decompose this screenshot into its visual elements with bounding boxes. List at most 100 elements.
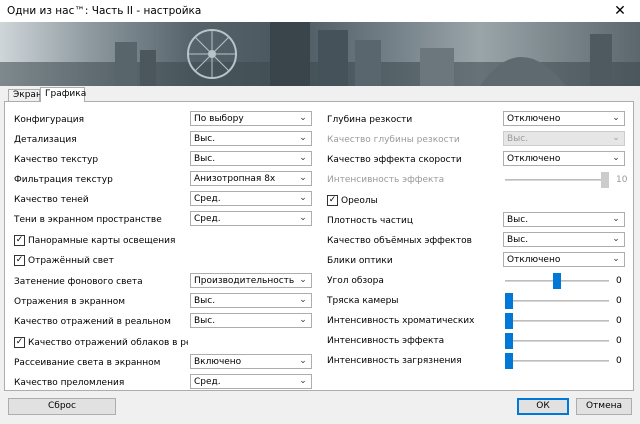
halos-checkbox[interactable]: ✓ bbox=[327, 195, 338, 206]
chevron-down-icon: ⌄ bbox=[612, 214, 620, 224]
chevron-down-icon: ⌄ bbox=[299, 356, 307, 366]
ambient-occlusion-dropdown[interactable]: Производительность ⌄ bbox=[190, 273, 312, 288]
lens-flares-dropdown[interactable]: Отключено ⌄ bbox=[503, 252, 625, 267]
depth-of-field-label: Глубина резкости bbox=[327, 115, 413, 125]
screen-space-shadows-value: Сред. bbox=[194, 214, 221, 224]
ambient-occlusion-value: Производительность bbox=[194, 276, 295, 286]
chromatic-intensity-slider-thumb[interactable] bbox=[505, 313, 513, 329]
tab-graphics[interactable]: Графика bbox=[40, 87, 86, 102]
checkmark-icon: ✓ bbox=[15, 337, 24, 347]
effect-intensity-2-slider-thumb[interactable] bbox=[505, 333, 513, 349]
motion-blur-quality-dropdown[interactable]: Отключено ⌄ bbox=[503, 151, 625, 166]
texture-filtering-dropdown[interactable]: Анизотропная 8x ⌄ bbox=[190, 171, 312, 186]
screen-reflections-dropdown[interactable]: Выс. ⌄ bbox=[190, 293, 312, 308]
chevron-down-icon: ⌄ bbox=[612, 113, 620, 123]
depth-of-field-dropdown[interactable]: Отключено ⌄ bbox=[503, 111, 625, 126]
field-of-view-value: 0 bbox=[616, 276, 622, 286]
screen-reflections-label: Отражения в экранном bbox=[14, 297, 126, 307]
texture-quality-value: Выс. bbox=[194, 154, 216, 164]
chromatic-intensity-label: Интенсивность хроматических bbox=[327, 316, 475, 326]
dof-quality-value: Выс. bbox=[507, 134, 529, 144]
detail-label: Детализация bbox=[14, 135, 77, 145]
reflected-light-checkbox[interactable]: ✓ bbox=[14, 255, 25, 266]
volumetric-quality-label: Качество объёмных эффектов bbox=[327, 236, 472, 246]
texture-filtering-label: Фильтрация текстур bbox=[14, 175, 113, 185]
camera-shake-slider-thumb[interactable] bbox=[505, 293, 513, 309]
configuration-label: Конфигурация bbox=[14, 115, 84, 125]
texture-quality-label: Качество текстур bbox=[14, 155, 99, 165]
texture-quality-dropdown[interactable]: Выс. ⌄ bbox=[190, 151, 312, 166]
panoramic-light-maps-checkbox[interactable]: ✓ bbox=[14, 235, 25, 246]
effect-intensity-slider-track bbox=[505, 179, 609, 181]
texture-filtering-value: Анизотропная 8x bbox=[194, 174, 276, 184]
refraction-quality-label: Качество преломления bbox=[14, 378, 125, 388]
cloud-reflections-checkbox[interactable]: ✓ bbox=[14, 337, 25, 348]
checkmark-icon: ✓ bbox=[15, 235, 24, 245]
lens-flares-value: Отключено bbox=[507, 255, 561, 265]
shadow-quality-dropdown[interactable]: Сред. ⌄ bbox=[190, 191, 312, 206]
reflected-light-label: Отражённый свет bbox=[28, 256, 114, 266]
configuration-value: По выбору bbox=[194, 114, 244, 124]
motion-blur-quality-value: Отключено bbox=[507, 154, 561, 164]
chevron-down-icon: ⌄ bbox=[299, 376, 307, 386]
screen-light-scattering-value: Включено bbox=[194, 357, 242, 367]
field-of-view-slider-thumb[interactable] bbox=[553, 273, 561, 289]
ambient-occlusion-label: Затенение фонового света bbox=[14, 277, 143, 287]
grain-intensity-value: 0 bbox=[616, 356, 622, 366]
cancel-button[interactable]: Отмена bbox=[576, 398, 632, 415]
grain-intensity-label: Интенсивность загрязнения bbox=[327, 356, 462, 366]
realtime-reflections-value: Выс. bbox=[194, 316, 216, 326]
volumetric-quality-dropdown[interactable]: Выс. ⌄ bbox=[503, 232, 625, 247]
chevron-down-icon: ⌄ bbox=[299, 275, 307, 285]
reset-button[interactable]: Сброс bbox=[8, 398, 116, 415]
volumetric-quality-value: Выс. bbox=[507, 235, 529, 245]
realtime-reflections-dropdown[interactable]: Выс. ⌄ bbox=[190, 313, 312, 328]
banner-image bbox=[0, 22, 640, 86]
particle-density-dropdown[interactable]: Выс. ⌄ bbox=[503, 212, 625, 227]
checkmark-icon: ✓ bbox=[15, 255, 24, 265]
window-title: Одни из нас™: Часть II - настройка bbox=[7, 5, 202, 17]
dof-quality-label: Качество глубины резкости bbox=[327, 135, 460, 145]
shadow-quality-label: Качество теней bbox=[14, 195, 89, 205]
title-bar: Одни из нас™: Часть II - настройка ✕ bbox=[0, 0, 640, 22]
field-of-view-label: Угол обзора bbox=[327, 276, 384, 286]
screen-light-scattering-label: Рассеивание света в экранном bbox=[14, 358, 161, 368]
grain-intensity-slider-track bbox=[505, 360, 609, 362]
camera-shake-value: 0 bbox=[616, 296, 622, 306]
shadow-quality-value: Сред. bbox=[194, 194, 221, 204]
halos-label: Ореолы bbox=[341, 196, 378, 206]
chromatic-intensity-value: 0 bbox=[616, 316, 622, 326]
effect-intensity-2-slider-track bbox=[505, 340, 609, 342]
chevron-down-icon: ⌄ bbox=[299, 213, 307, 223]
chevron-down-icon: ⌄ bbox=[612, 133, 620, 143]
chevron-down-icon: ⌄ bbox=[612, 234, 620, 244]
lens-flares-label: Блики оптики bbox=[327, 256, 393, 266]
configuration-dropdown[interactable]: По выбору ⌄ bbox=[190, 111, 312, 126]
ok-button[interactable]: ОК bbox=[517, 398, 569, 415]
effect-intensity-value: 10 bbox=[616, 175, 628, 185]
panoramic-light-maps-label: Панорамные карты освещения bbox=[28, 236, 176, 246]
screen-reflections-value: Выс. bbox=[194, 296, 216, 306]
depth-of-field-value: Отключено bbox=[507, 114, 561, 124]
chevron-down-icon: ⌄ bbox=[299, 133, 307, 143]
grain-intensity-slider-thumb[interactable] bbox=[505, 353, 513, 369]
screen-light-scattering-dropdown[interactable]: Включено ⌄ bbox=[190, 354, 312, 369]
screen-space-shadows-label: Тени в экранном пространстве bbox=[14, 215, 162, 225]
graphics-settings-panel: Конфигурация По выбору ⌄ Детализация Выс.… bbox=[4, 101, 634, 391]
effect-intensity-2-label: Интенсивность эффекта bbox=[327, 336, 445, 346]
particle-density-label: Плотность частиц bbox=[327, 216, 414, 226]
detail-dropdown[interactable]: Выс. ⌄ bbox=[190, 131, 312, 146]
chevron-down-icon: ⌄ bbox=[299, 315, 307, 325]
detail-value: Выс. bbox=[194, 134, 216, 144]
close-icon[interactable]: ✕ bbox=[600, 0, 640, 22]
camera-shake-slider-track bbox=[505, 300, 609, 302]
refraction-quality-dropdown[interactable]: Сред. ⌄ bbox=[190, 374, 312, 389]
checkmark-icon: ✓ bbox=[328, 195, 337, 205]
camera-shake-label: Тряска камеры bbox=[327, 296, 399, 306]
chevron-down-icon: ⌄ bbox=[299, 193, 307, 203]
realtime-reflections-label: Качество отражений в реальном bbox=[14, 317, 171, 327]
motion-blur-quality-label: Качество эффекта скорости bbox=[327, 155, 462, 165]
screen-space-shadows-dropdown[interactable]: Сред. ⌄ bbox=[190, 211, 312, 226]
effect-intensity-2-value: 0 bbox=[616, 336, 622, 346]
effect-intensity-slider-thumb bbox=[601, 172, 609, 188]
